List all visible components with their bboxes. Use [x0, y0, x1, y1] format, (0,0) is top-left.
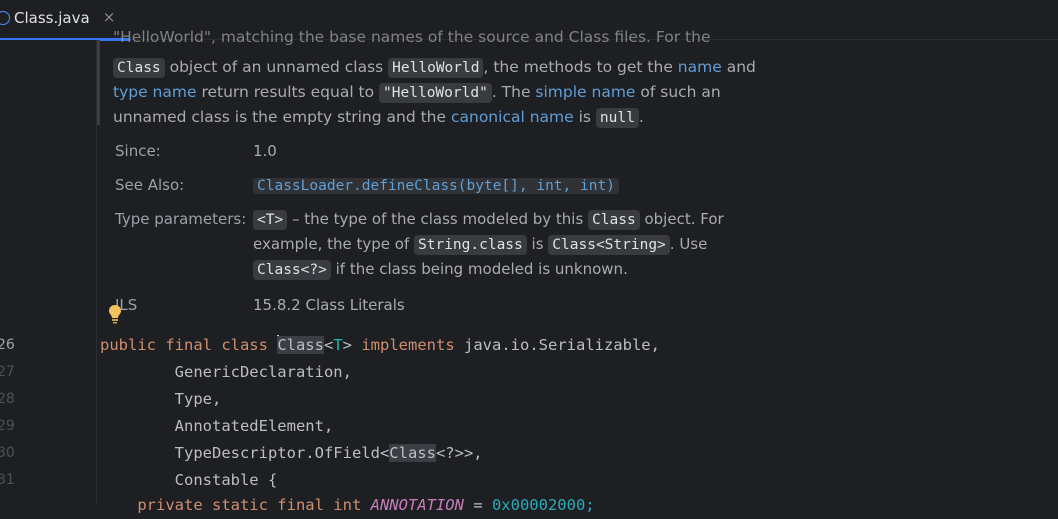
code-chip: "HelloWorld": [379, 83, 492, 103]
code-chip: Class: [113, 58, 165, 78]
number-literal: 0x00002000;: [491, 496, 595, 514]
code-chip: Class<String>: [548, 235, 670, 255]
jls-value[interactable]: 15.8.2 Class Literals: [253, 296, 405, 314]
doc-link-type-name[interactable]: type name: [113, 83, 197, 101]
doc-text: of such an: [635, 83, 721, 101]
doc-text: object. For: [639, 210, 724, 228]
line-number: 30: [0, 445, 15, 461]
doc-line: unnamed class is the empty string and th…: [113, 105, 773, 130]
type-params-label: Type parameters:: [115, 210, 247, 228]
doc-line: Class object of an unnamed class HelloWo…: [113, 55, 773, 80]
code-line-30[interactable]: TypeDescriptor.OfField<Class<?>>,: [100, 440, 483, 467]
doc-text: example, the type of: [253, 235, 414, 253]
keyword: private static final int: [100, 496, 371, 514]
doc-text: .: [638, 108, 644, 126]
doc-text: . Use: [669, 235, 708, 253]
line-number: 29: [0, 418, 15, 434]
tab-title: Class.java: [14, 9, 90, 27]
doc-line: type name return results equal to "Hello…: [113, 80, 773, 105]
see-also-value-wrap: ClassLoader.defineClass(byte[], int, int…: [253, 176, 619, 194]
code-line-28[interactable]: Type,: [100, 386, 222, 413]
code-text: <?>>,: [435, 444, 483, 462]
line-number: 26: [0, 337, 15, 353]
code-chip: HelloWorld: [388, 58, 484, 78]
code-line-32[interactable]: private static final int ANNOTATION = 0x…: [100, 492, 595, 519]
code-line-26[interactable]: public final class Class<T> implements j…: [100, 332, 660, 359]
doc-link-simple-name[interactable]: simple name: [535, 83, 635, 101]
doc-text: is: [526, 235, 549, 253]
type-params-line: <T> – the type of the class modeled by t…: [253, 210, 724, 230]
doc-clipped-line: "HelloWorld", matching the base names of…: [113, 28, 711, 46]
lightbulb-icon[interactable]: [107, 304, 123, 324]
code-chip: null: [595, 108, 639, 128]
type-parameter: T: [333, 336, 343, 354]
doc-text: return results equal to: [196, 83, 380, 101]
code-text: java.io.Serializable,: [454, 336, 660, 354]
doc-text: – the type of the class modeled by this: [287, 210, 589, 228]
keyword: implements: [361, 336, 455, 354]
see-also-link[interactable]: ClassLoader.defineClass(byte[], int, int…: [253, 178, 619, 194]
code-chip: Class<?>: [253, 260, 331, 280]
type-params-line: example, the type of String.class is Cla…: [253, 235, 707, 255]
doc-text: and: [721, 58, 756, 76]
keyword: public final class: [100, 336, 278, 354]
doc-text: . The: [491, 83, 536, 101]
since-value: 1.0: [253, 142, 277, 160]
code-text: TypeDescriptor.OfField<: [100, 444, 390, 462]
identifier-highlight: Class: [277, 336, 324, 354]
tab-class-java[interactable]: Class.java ×: [0, 0, 130, 41]
code-text: <: [323, 336, 334, 354]
doc-link-canonical-name[interactable]: canonical name: [451, 108, 574, 126]
line-number: 27: [0, 364, 15, 380]
code-chip: Class: [588, 210, 640, 230]
identifier-highlight: Class: [389, 444, 436, 462]
line-number-gutter: 26 27 28 29 30 31: [0, 40, 96, 504]
code-line-29[interactable]: AnnotatedElement,: [100, 413, 334, 440]
line-number: 31: [0, 472, 15, 488]
rendered-javadoc[interactable]: "HelloWorld", matching the base names of…: [113, 28, 773, 130]
doc-text: unnamed class is the empty string and th…: [113, 108, 451, 126]
code-chip: <T>: [253, 210, 288, 230]
doc-text: , the methods to get the: [483, 58, 678, 76]
doc-left-bar: [97, 40, 100, 125]
doc-link-name[interactable]: name: [678, 58, 722, 76]
code-chip: String.class: [414, 235, 527, 255]
code-line-31[interactable]: Constable {: [100, 467, 278, 494]
doc-text: is: [573, 108, 596, 126]
constant-name: ANNOTATION: [370, 496, 464, 514]
see-also-label: See Also:: [115, 176, 185, 194]
line-number: 28: [0, 391, 15, 407]
close-icon[interactable]: ×: [102, 8, 116, 26]
java-class-icon: [0, 11, 10, 25]
doc-text: if the class being modeled is unknown.: [330, 260, 628, 278]
code-text: =: [473, 496, 492, 514]
type-params-line: Class<?> if the class being modeled is u…: [253, 260, 628, 280]
code-line-27[interactable]: GenericDeclaration,: [100, 359, 352, 386]
code-text: >: [342, 336, 362, 354]
doc-text: object of an unnamed class: [164, 58, 389, 76]
since-label: Since:: [115, 142, 161, 160]
